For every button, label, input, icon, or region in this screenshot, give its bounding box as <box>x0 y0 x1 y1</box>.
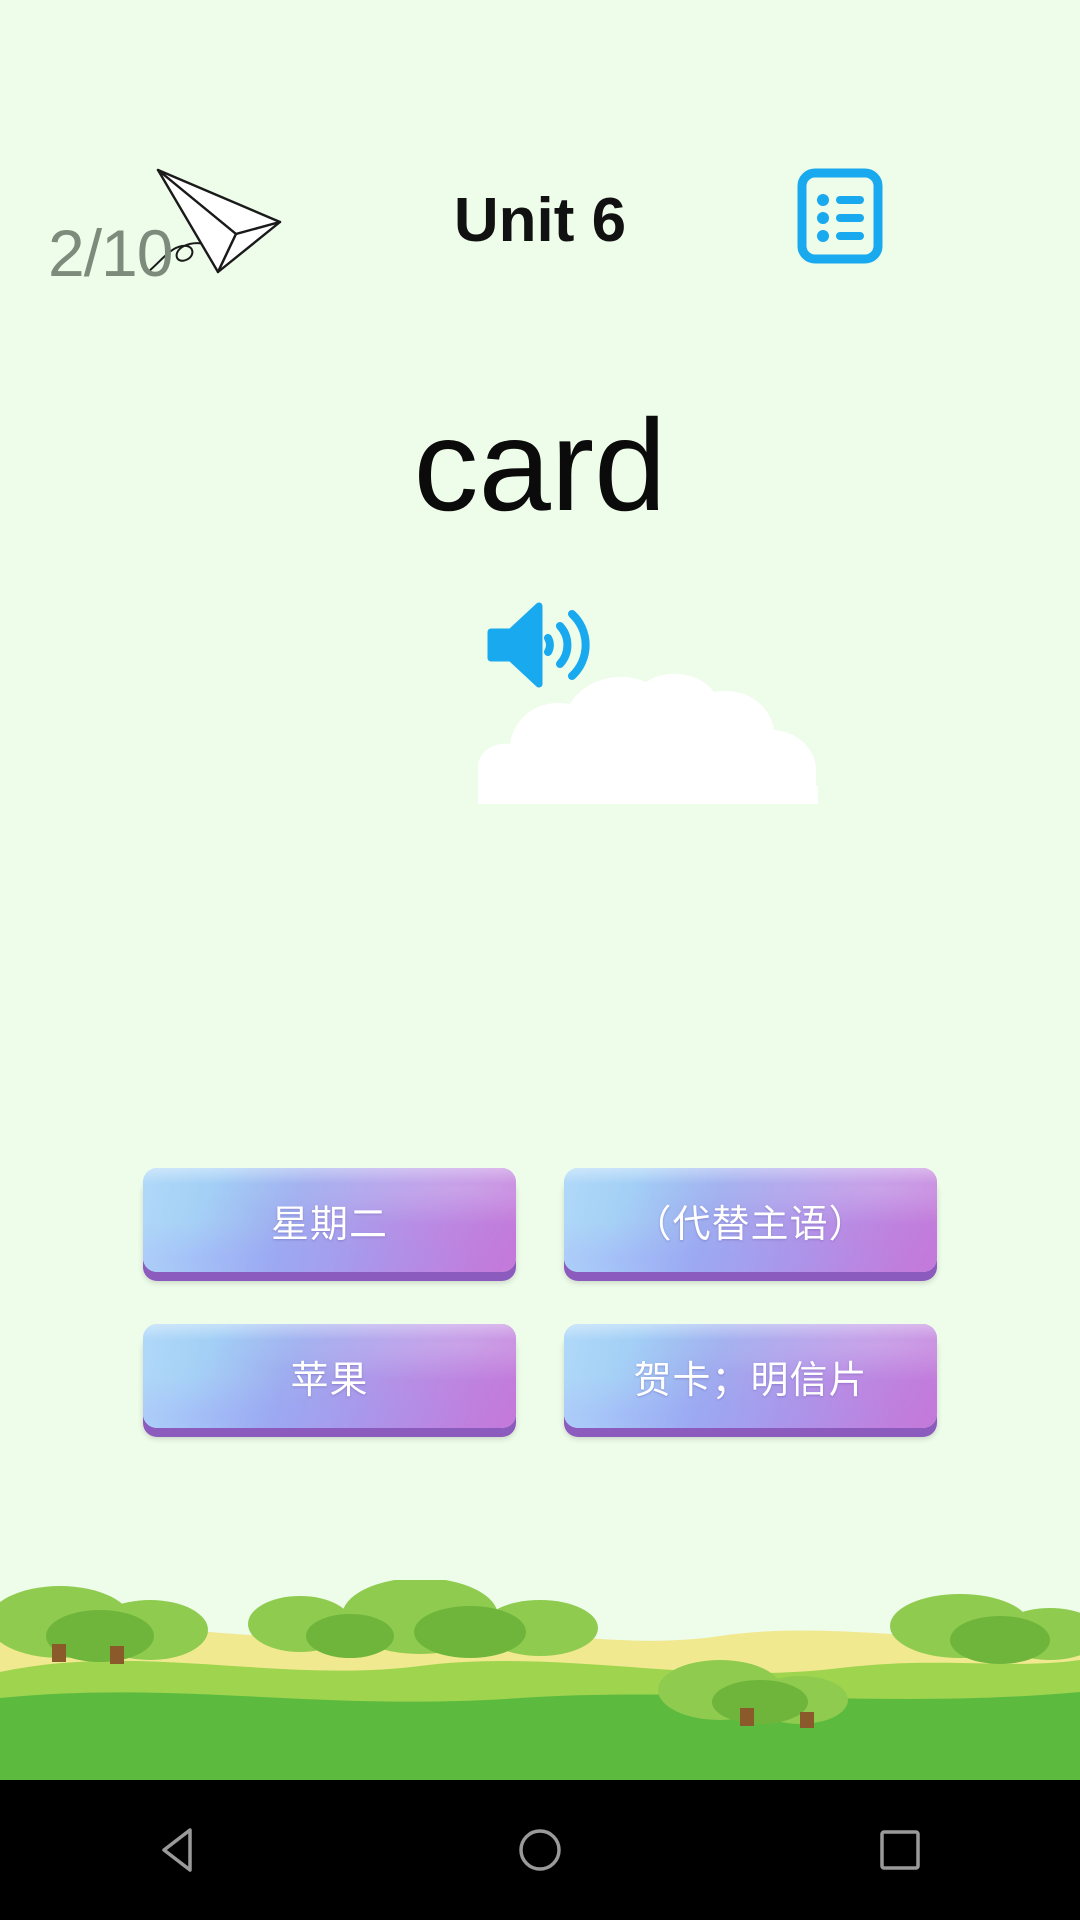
answer-option-3[interactable]: 苹果 <box>143 1324 516 1428</box>
word-card: card <box>0 400 1080 690</box>
app-screen: 2/10 Unit 6 card 星期二 （代替主语） 苹果 贺卡；明信片 <box>0 0 1080 1920</box>
speaker-volume-icon[interactable] <box>480 600 600 690</box>
header-bar: 2/10 Unit 6 <box>0 0 1080 330</box>
android-navigation-bar <box>0 1780 1080 1920</box>
vocabulary-word: card <box>413 392 667 538</box>
square-recents-icon[interactable] <box>840 1790 960 1910</box>
scenery-background <box>0 1578 1080 1780</box>
answer-option-label: 星期二 <box>270 1201 388 1246</box>
answer-options-grid: 星期二 （代替主语） 苹果 贺卡；明信片 <box>0 1168 1080 1428</box>
circle-home-icon[interactable] <box>480 1790 600 1910</box>
answer-option-label: 苹果 <box>290 1357 369 1402</box>
answer-option-2[interactable]: （代替主语） <box>564 1168 937 1272</box>
page-title: Unit 6 <box>453 186 627 255</box>
triangle-back-icon[interactable] <box>120 1790 240 1910</box>
list-icon[interactable] <box>790 166 890 266</box>
answer-option-1[interactable]: 星期二 <box>143 1168 516 1272</box>
answer-option-label: 贺卡；明信片 <box>633 1357 868 1402</box>
answer-option-4[interactable]: 贺卡；明信片 <box>564 1324 937 1428</box>
answer-option-label: （代替主语） <box>633 1201 868 1246</box>
